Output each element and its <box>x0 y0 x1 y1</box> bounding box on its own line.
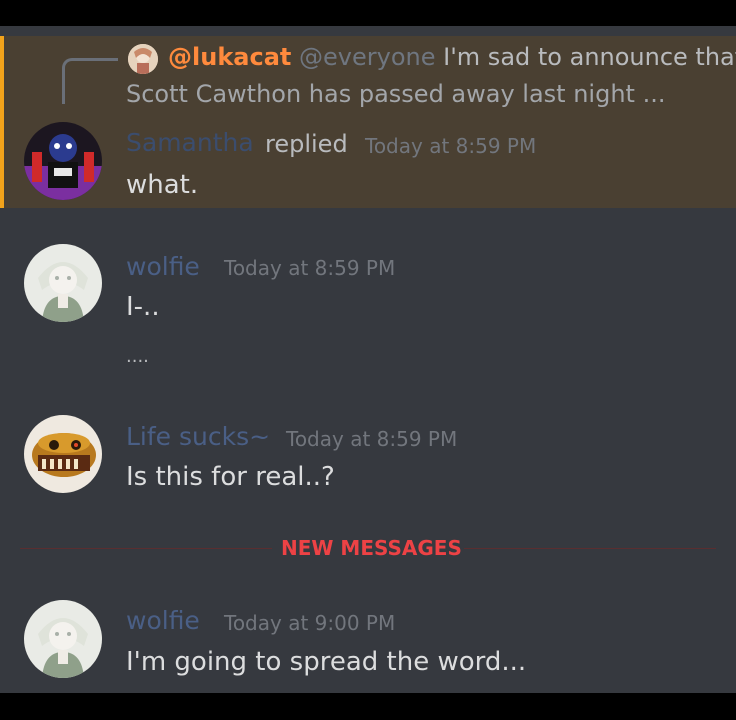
username-wolfie-2-text[interactable]: wolfie <box>126 606 200 635</box>
avatar-life-sucks[interactable] <box>24 415 102 493</box>
message-text-wolfie-2: .... <box>126 346 149 367</box>
username-samantha[interactable]: Samantha <box>126 128 254 157</box>
message-text-wolfie-3: I'm going to spread the word... <box>126 647 527 677</box>
username-wolfie-1-text[interactable]: wolfie <box>126 252 200 281</box>
replied-label: replied <box>265 130 348 158</box>
avatar-life-sucks-image <box>24 415 102 493</box>
chat-message-list: @lukacat @everyone I'm sad to announce t… <box>0 26 736 693</box>
avatar-wolfie[interactable] <box>24 244 102 322</box>
reply-author[interactable]: @lukacat <box>168 43 291 71</box>
username-samantha-text[interactable]: Samantha <box>126 128 254 157</box>
message-text-life-sucks: Is this for real..? <box>126 462 335 492</box>
message-text-samantha: what. <box>126 170 199 200</box>
reply-preview-text-2[interactable]: Scott Cawthon has passed away last night… <box>126 80 665 108</box>
new-messages-divider-left <box>20 548 272 549</box>
timestamp-wolfie-2[interactable]: Today at 9:00 PM <box>224 611 395 635</box>
everyone-mention[interactable]: @everyone <box>299 43 435 71</box>
mention-highlight-bar <box>0 36 4 208</box>
avatar-samantha[interactable] <box>24 122 102 200</box>
username-life-sucks[interactable]: Life sucks~ <box>126 422 270 451</box>
avatar-wolfie-image <box>24 244 102 322</box>
timestamp-life-sucks[interactable]: Today at 8:59 PM <box>286 427 457 451</box>
reply-avatar-icon <box>128 44 158 74</box>
bottom-letterbox <box>0 693 736 720</box>
timestamp-samantha[interactable]: Today at 8:59 PM <box>365 134 536 158</box>
new-messages-label: NEW MESSAGES <box>281 536 462 560</box>
reply-connector-line <box>62 58 118 104</box>
reply-avatar[interactable] <box>128 44 158 74</box>
avatar-wolfie-2[interactable] <box>24 600 102 678</box>
message-text-wolfie-1: I-.. <box>126 292 160 322</box>
username-wolfie-1[interactable]: wolfie <box>126 252 200 281</box>
timestamp-wolfie-1[interactable]: Today at 8:59 PM <box>224 256 395 280</box>
new-messages-divider-right <box>464 548 716 549</box>
reply-preview-line-1[interactable]: @lukacat @everyone I'm sad to announce t… <box>168 43 736 71</box>
avatar-samantha-image <box>24 122 102 200</box>
avatar-wolfie-2-image <box>24 600 102 678</box>
reply-preview-text-1: I'm sad to announce that <box>443 43 736 71</box>
username-life-sucks-text[interactable]: Life sucks~ <box>126 422 270 451</box>
username-wolfie-2[interactable]: wolfie <box>126 606 200 635</box>
